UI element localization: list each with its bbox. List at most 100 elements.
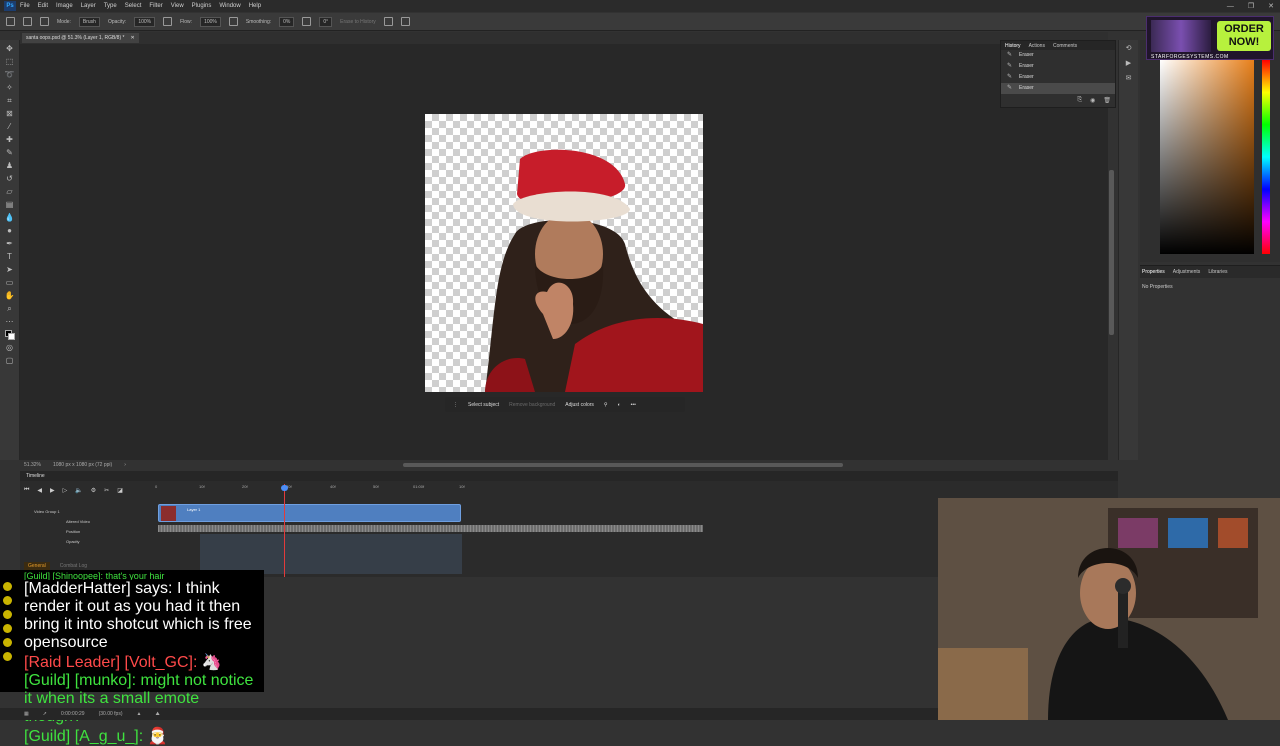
hand-tool-icon[interactable]: ✋ (5, 291, 15, 300)
history-item[interactable]: Eraser (1001, 72, 1115, 83)
clone-stamp-tool-icon[interactable]: ♟ (5, 161, 15, 170)
remove-background-button[interactable]: Remove background (509, 402, 555, 408)
menu-plugins[interactable]: Plugins (192, 3, 212, 9)
status-chevron-icon[interactable]: › (124, 462, 126, 468)
track-opacity[interactable]: Opacity (26, 537, 154, 547)
menu-file[interactable]: File (20, 3, 30, 9)
drag-handle-icon[interactable]: ⋮ (453, 402, 458, 408)
color-wheel-icon[interactable]: ◐ (618, 402, 621, 408)
brush-preset-icon[interactable] (40, 17, 49, 26)
chat-scroll-up-icon[interactable] (3, 638, 12, 647)
trash-icon[interactable]: 🗑 (1103, 97, 1111, 104)
rectangle-tool-icon[interactable]: ▭ (5, 278, 15, 287)
comments-icon[interactable]: ✉ (1126, 74, 1132, 82)
gradient-tool-icon[interactable]: ▤ (5, 200, 15, 209)
play-icon[interactable]: ▶ (50, 487, 55, 494)
menu-type[interactable]: Type (104, 3, 117, 9)
settings-gear-icon[interactable] (302, 17, 312, 26)
zoom-slider-icon[interactable]: ▲ (136, 711, 141, 717)
home-icon[interactable] (6, 17, 15, 26)
maximize-button[interactable]: ❐ (1248, 2, 1254, 10)
next-frame-icon[interactable]: ▷ (63, 487, 68, 494)
track-position[interactable]: Position (26, 527, 154, 537)
color-swatches-icon[interactable] (4, 330, 15, 340)
smoothing-field[interactable]: 0% (279, 16, 295, 27)
history-item[interactable]: Eraser (1001, 50, 1115, 61)
track-video-group[interactable]: Video Group 1 (26, 507, 154, 517)
opacity-field[interactable]: 100% (134, 16, 156, 27)
move-tool-icon[interactable]: ✥ (5, 44, 15, 53)
type-tool-icon[interactable]: T (5, 252, 15, 261)
lasso-tool-icon[interactable]: ➰ (5, 70, 15, 79)
menu-view[interactable]: View (171, 3, 184, 9)
crop-tool-icon[interactable]: ⌗ (5, 96, 15, 105)
close-button[interactable]: ✕ (1268, 2, 1274, 10)
tab-adjustments[interactable]: Adjustments (1173, 269, 1201, 275)
settings-icon[interactable]: ⚙ (91, 487, 96, 494)
video-clip[interactable]: Layer 1 (158, 504, 461, 522)
menu-edit[interactable]: Edit (38, 3, 48, 9)
chat-tab-general[interactable]: General (24, 562, 50, 570)
playhead-line[interactable] (284, 484, 285, 577)
transition-icon[interactable]: ◪ (117, 487, 123, 494)
vertical-scrollbar[interactable] (1109, 170, 1114, 335)
path-select-tool-icon[interactable]: ➤ (5, 265, 15, 274)
airbrush-icon[interactable] (228, 17, 238, 26)
brush-tool-icon[interactable]: ✎ (5, 148, 15, 157)
first-frame-icon[interactable]: ⏮ (24, 487, 29, 494)
more-options-button[interactable]: ••• (631, 402, 636, 408)
angle-field[interactable]: 0° (319, 16, 333, 27)
pin-icon[interactable]: ⚲ (604, 402, 608, 408)
menu-filter[interactable]: Filter (149, 3, 162, 9)
convert-frames-icon[interactable]: ▦ (24, 711, 29, 717)
pressure-size-icon[interactable] (383, 17, 393, 26)
menu-window[interactable]: Window (219, 3, 240, 9)
menu-layer[interactable]: Layer (81, 3, 96, 9)
healing-brush-tool-icon[interactable]: ✚ (5, 135, 15, 144)
dodge-tool-icon[interactable]: ● (5, 226, 15, 235)
split-icon[interactable]: ✂ (104, 487, 109, 494)
chat-voice-icon[interactable] (3, 624, 12, 633)
chat-social-icon[interactable] (3, 582, 12, 591)
camera-icon[interactable]: ◉ (1090, 97, 1095, 104)
adjust-colors-button[interactable]: Adjust colors (565, 402, 594, 408)
tab-history[interactable]: History (1005, 43, 1021, 49)
zoom-in-icon[interactable]: ⛰ (155, 711, 159, 717)
history-brush-tool-icon[interactable]: ↺ (5, 174, 15, 183)
horizontal-scrollbar[interactable] (403, 463, 843, 467)
close-tab-icon[interactable]: ✕ (130, 33, 134, 43)
tab-libraries[interactable]: Libraries (1208, 269, 1227, 275)
tab-actions[interactable]: Actions (1029, 43, 1045, 49)
color-field[interactable] (1160, 60, 1254, 254)
snapshot-icon[interactable]: ⎘ (1077, 97, 1082, 104)
zoom-level[interactable]: 51.32% (24, 462, 41, 468)
audio-icon[interactable]: 🔈 (75, 487, 82, 494)
chat-scroll-down-icon[interactable] (3, 652, 12, 661)
frame-tool-icon[interactable]: ⊠ (5, 109, 15, 118)
menu-help[interactable]: Help (249, 3, 261, 9)
quick-select-tool-icon[interactable]: ✧ (5, 83, 15, 92)
track-altered-video[interactable]: Altered Video (26, 517, 154, 527)
eraser-tool-icon[interactable]: ▱ (5, 187, 15, 196)
pen-tool-icon[interactable]: ✒ (5, 239, 15, 248)
eyedropper-tool-icon[interactable]: ⁄ (5, 122, 15, 131)
tab-properties[interactable]: Properties (1142, 269, 1165, 275)
zoom-tool-icon[interactable]: ⌕ (5, 304, 15, 313)
chat-tab-combat-log[interactable]: Combat Log (55, 562, 92, 570)
flow-field[interactable]: 100% (200, 16, 221, 27)
audio-track[interactable] (158, 525, 703, 532)
play-actions-icon[interactable]: ▶ (1126, 59, 1131, 67)
render-icon[interactable]: ➚ (43, 711, 47, 717)
menu-image[interactable]: Image (56, 3, 73, 9)
screen-mode-icon[interactable]: ▢ (5, 356, 15, 365)
history-item-selected[interactable]: Eraser (1001, 83, 1115, 94)
chat-channel-icon[interactable] (3, 596, 12, 605)
eraser-tool-icon[interactable] (23, 17, 32, 26)
minimize-button[interactable]: — (1227, 3, 1234, 10)
quick-mask-icon[interactable]: ◎ (5, 343, 15, 352)
tab-comments[interactable]: Comments (1053, 43, 1077, 49)
history-item[interactable]: Eraser (1001, 61, 1115, 72)
pressure-opacity-icon[interactable] (163, 17, 173, 26)
mode-select[interactable]: Brush (78, 16, 100, 27)
marquee-tool-icon[interactable]: ⬚ (5, 57, 15, 66)
